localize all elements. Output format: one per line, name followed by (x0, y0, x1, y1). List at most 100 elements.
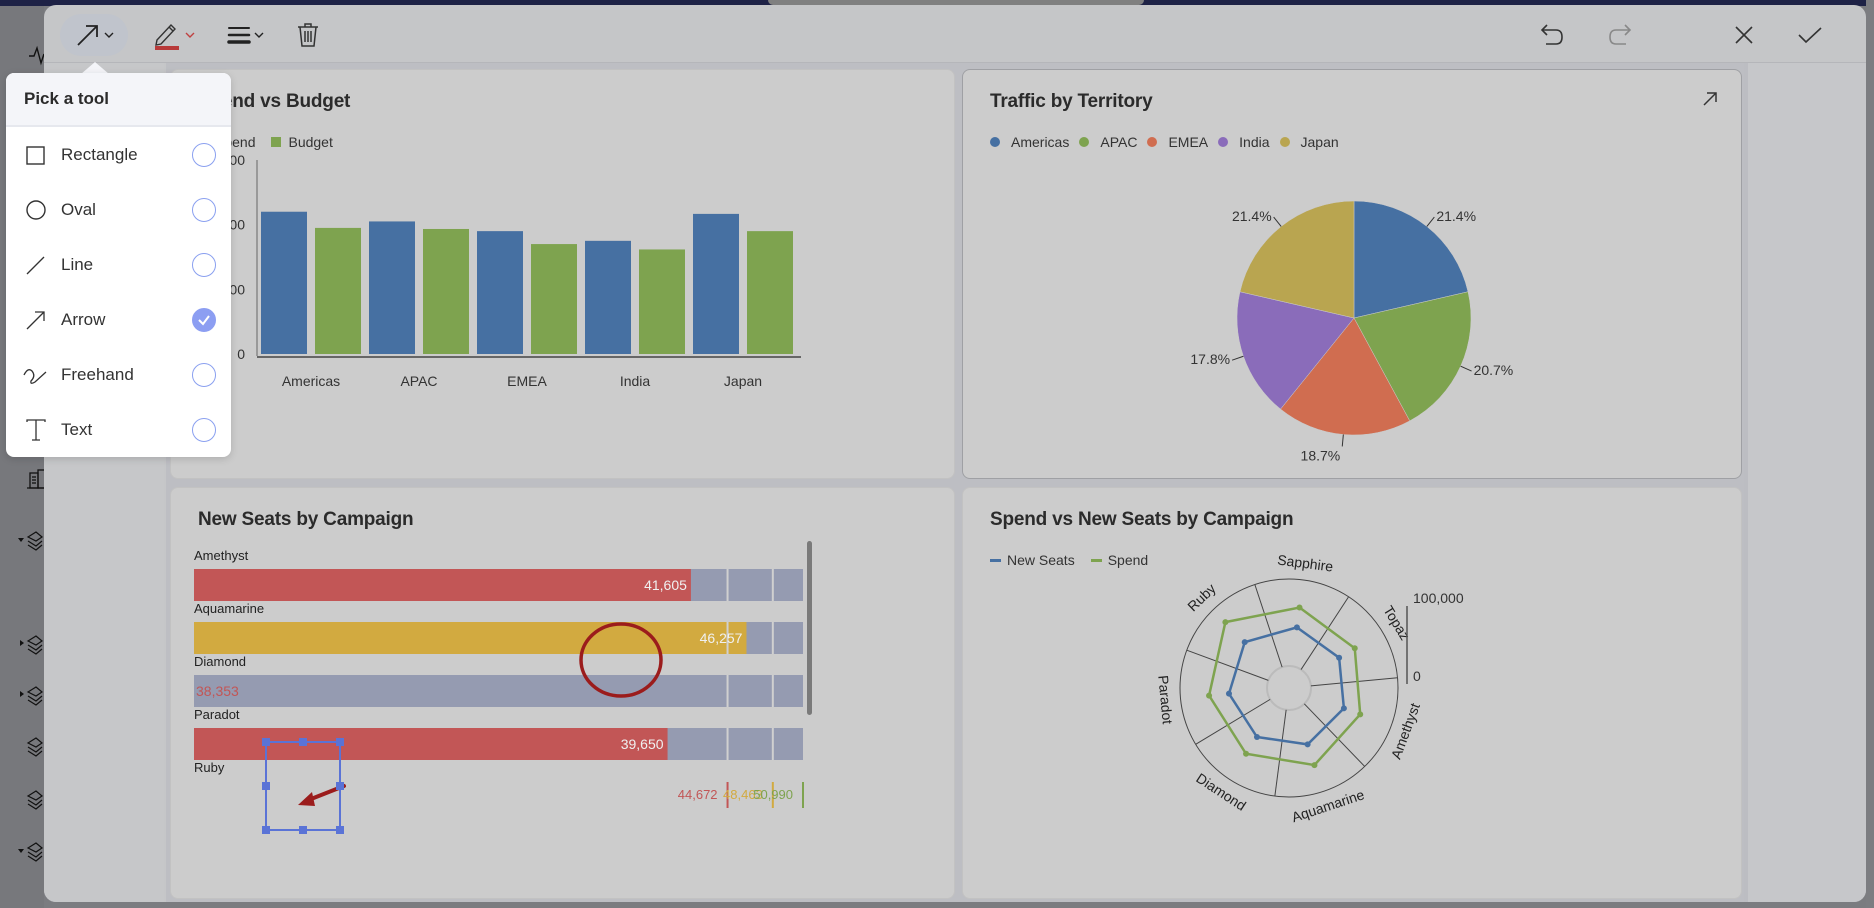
chevron-down-icon (254, 32, 263, 38)
oval-icon (22, 196, 50, 224)
tool-radio[interactable] (192, 142, 216, 167)
dashboard: Spend vs Budget Spend Budget 030,00060,0… (166, 63, 1744, 902)
undo-button[interactable] (1534, 14, 1570, 56)
tool-option-label: Freehand (61, 364, 134, 384)
pie-data-label: 18.7% (1301, 447, 1341, 463)
radar-category-label: Amethyst (1388, 701, 1423, 761)
x-tick-label: APAC (400, 373, 437, 389)
radar-point (1304, 741, 1311, 748)
tool-radio[interactable] (192, 252, 216, 277)
layers-expanded-icon[interactable] (16, 529, 44, 551)
radar-category-label: Diamond (1193, 770, 1249, 814)
bar-spend-japan (693, 213, 739, 354)
scrollbar-thumb[interactable] (807, 541, 812, 715)
tool-radio[interactable] (192, 197, 216, 222)
close-button[interactable] (1726, 14, 1762, 56)
radar-point (1351, 645, 1358, 652)
pie-data-label: 17.8% (1190, 351, 1230, 367)
annotation-toolbar (44, 5, 1866, 63)
bar-spend-emea (477, 231, 523, 354)
radar-chart: SapphireTopazAmethystAquamarineDiamondPa… (1155, 551, 1464, 825)
tool-option-label: Rectangle (61, 144, 138, 164)
spend-vs-budget-panel: Spend vs Budget Spend Budget 030,00060,0… (170, 69, 955, 479)
layers-collapsed-icon[interactable] (16, 684, 44, 706)
traffic-by-territory-panel: Traffic by Territory Americas APAC EMEA Ind… (962, 69, 1742, 479)
tool-option-arrow[interactable]: Arrow (6, 292, 231, 347)
x-tick-label: Japan (724, 373, 762, 389)
leader-line (1231, 355, 1244, 361)
pen-color-button[interactable] (144, 14, 204, 56)
new-seats-panel: New Seats by Campaign Amethyst 41,605 Aqua… (170, 487, 955, 899)
pen-color-swatch (154, 46, 179, 50)
radar-point (1336, 654, 1343, 661)
x-tick-label: India (620, 373, 651, 389)
radar-series-new-seats (1227, 625, 1346, 746)
check-icon (1798, 27, 1822, 44)
freehand-icon (22, 361, 50, 389)
bar-spend-india (585, 240, 631, 354)
radar-point (1206, 692, 1213, 699)
radar-point (1340, 705, 1347, 712)
range-label: 50,990 (753, 787, 793, 802)
radar-spoke (1274, 709, 1287, 797)
arrow-tool-button[interactable] (60, 14, 128, 56)
radar-category-label: Sapphire (1277, 551, 1335, 574)
radar-point (1241, 639, 1248, 646)
confirm-button[interactable] (1792, 14, 1828, 56)
bullet-track (194, 675, 803, 707)
tool-radio[interactable] (192, 362, 216, 387)
bar-spend-americas (261, 211, 307, 354)
bar-budget-emea (531, 244, 577, 354)
radar-inner-ring (1266, 665, 1312, 711)
tool-option-freehand[interactable]: Freehand (6, 347, 231, 402)
bar-budget-apac (423, 228, 469, 354)
spend-budget-bar-chart: 030,00060,00090,000AmericasAPACEMEAIndia… (202, 152, 801, 389)
radar-spoke (1310, 677, 1398, 687)
bar-spend-apac (369, 221, 415, 354)
line-icon (22, 251, 50, 279)
tool-option-rectangle[interactable]: Rectangle (6, 127, 231, 182)
tool-option-text[interactable]: Text (6, 402, 231, 457)
tool-radio[interactable] (192, 307, 216, 332)
tool-option-oval[interactable]: Oval (6, 182, 231, 237)
arrow-icon (76, 25, 98, 46)
layers-icon[interactable] (16, 735, 44, 757)
tool-option-line[interactable]: Line (6, 237, 231, 292)
chevron-down-icon (104, 32, 113, 38)
category-label: Paradot (194, 707, 240, 722)
bullet-value-label: 38,353 (196, 683, 239, 699)
bullet-bar-amethyst (194, 569, 691, 601)
radar-scale-min: 0 (1413, 668, 1421, 684)
pencil-icon (154, 23, 179, 50)
range-label: 44,672 (678, 787, 718, 802)
bullet-value-label: 46,257 (700, 630, 743, 646)
leader-line (1341, 434, 1344, 447)
background-right-edge (1866, 0, 1874, 908)
pie-data-label: 20.7% (1474, 362, 1514, 378)
pie-data-label: 21.4% (1232, 208, 1272, 224)
layers-collapsed-icon[interactable] (16, 633, 44, 655)
x-tick-label: EMEA (507, 373, 547, 389)
bar-budget-japan (747, 231, 793, 354)
radar-spoke (1254, 584, 1283, 668)
radar-point (1225, 690, 1232, 697)
bullet-value-label: 39,650 (621, 736, 664, 752)
radar-spoke (1303, 703, 1366, 767)
tool-option-label: Oval (61, 199, 96, 219)
layers-expanded-icon[interactable] (16, 840, 44, 862)
canvas-right-strip (1744, 63, 1866, 902)
spend-vs-new-seats-panel: Spend vs New Seats by Campaign New Seats… (962, 487, 1742, 899)
annotation-canvas[interactable]: Spend vs Budget Spend Budget 030,00060,0… (44, 63, 1866, 902)
close-icon (1735, 26, 1753, 44)
delete-button[interactable] (292, 14, 324, 56)
line-style-button[interactable] (220, 14, 270, 56)
radar-point (1222, 619, 1229, 626)
leader-line (1426, 216, 1435, 227)
arrow-icon (22, 306, 50, 334)
tool-radio[interactable] (192, 417, 216, 442)
bullet-value-label: 41,605 (644, 577, 687, 593)
leader-line (1273, 216, 1282, 227)
bar-budget-india (639, 249, 685, 354)
category-label: Diamond (194, 654, 246, 669)
layers-icon[interactable] (16, 788, 44, 810)
